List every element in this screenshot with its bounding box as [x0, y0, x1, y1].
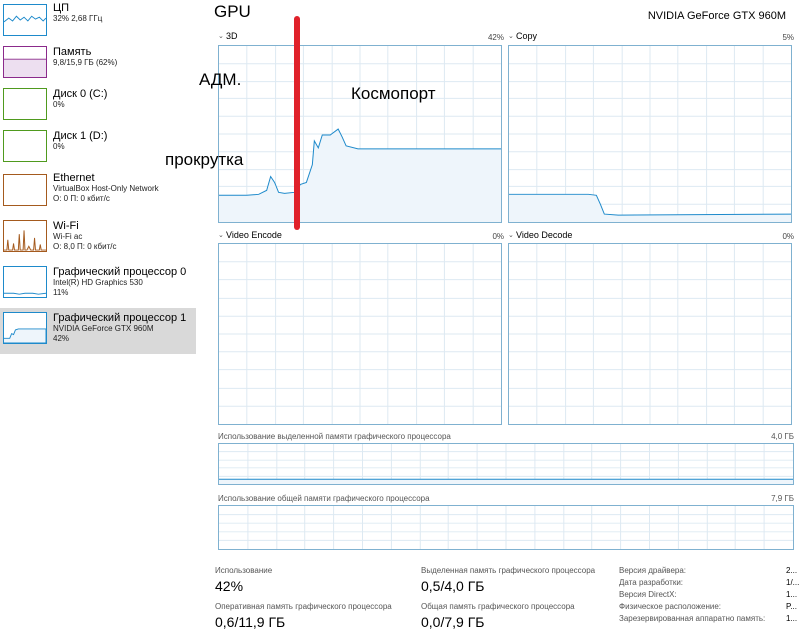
graph-max-label: 42%: [487, 33, 504, 42]
graph-video-decode: [508, 243, 792, 425]
shared-memory-graph-label: Использование общей памяти графического …: [218, 494, 430, 503]
dedicated-memory-graph-label: Использование выделенной памяти графичес…: [218, 432, 451, 441]
reserved-memory-value: 1...: [786, 614, 798, 623]
annotation-cosmoport: Космопорт: [351, 84, 436, 103]
graph-max-label: 0%: [492, 232, 504, 241]
graph-shared-memory: [218, 505, 794, 550]
gpu-model-name: NVIDIA GeForce GTX 960M: [647, 10, 786, 22]
sidebar-item-disk-0[interactable]: Диск 0 (C:) 0%: [0, 86, 196, 130]
wifi-thumbnail: [3, 220, 47, 252]
annotation-scroll: прокрутка: [165, 150, 244, 169]
sidebar-item-gpu-0[interactable]: Графический процессор 0 Intel(R) HD Grap…: [0, 264, 196, 308]
sidebar-item-label: ЦП: [53, 2, 70, 14]
gpu-memory-value: 0,6/11,9 ГБ: [215, 614, 286, 630]
graph-video-encode: [218, 243, 502, 425]
usage-value: 42%: [215, 578, 244, 594]
disk-1-thumbnail: [3, 130, 47, 162]
sidebar-item-detail: VirtualBox Host-Only Network: [53, 184, 159, 193]
sidebar-item-label: Wi-Fi: [53, 220, 79, 232]
sidebar-item-detail: 9,8/15,9 ГБ (62%): [53, 58, 118, 67]
engine-label: Copy: [516, 31, 538, 41]
graph-max-label: 5%: [782, 33, 794, 42]
dedicated-memory-label: Выделенная память графического процессор…: [421, 566, 596, 575]
dedicated-memory-graph-max: 4,0 ГБ: [771, 432, 794, 441]
graph-max-label: 0%: [782, 232, 794, 241]
gpu-memory-label: Оперативная память графического процессо…: [215, 602, 392, 611]
engine-selector-video-decode[interactable]: ⌄ Video Decode: [508, 230, 572, 241]
sidebar-item-cpu[interactable]: ЦП 32% 2,68 ГГц: [0, 0, 196, 44]
engine-selector-3d[interactable]: ⌄ 3D: [218, 31, 238, 42]
reserved-memory-label: Зарезервированная аппаратно память:: [619, 614, 766, 623]
disk-0-thumbnail: [3, 88, 47, 120]
sidebar-item-label: Диск 1 (D:): [53, 130, 108, 142]
engine-selector-copy[interactable]: ⌄ Copy: [508, 31, 537, 42]
gpu-1-thumbnail: [3, 312, 47, 344]
sidebar-item-detail: Wi-Fi ac: [53, 232, 83, 241]
shared-memory-graph-max: 7,9 ГБ: [771, 494, 794, 503]
sidebar-item-label: Диск 0 (C:): [53, 88, 108, 100]
driver-version-value: 2...: [786, 566, 798, 575]
memory-thumbnail: [3, 46, 47, 78]
driver-version-label: Версия драйвера:: [619, 566, 687, 575]
graph-3d: [218, 45, 502, 223]
cpu-thumbnail: [3, 4, 47, 36]
sidebar-item-label: Ethernet: [53, 172, 95, 184]
physical-location-value: P...: [786, 602, 797, 611]
shared-memory-label: Общая память графического процессора: [421, 602, 575, 611]
engine-selector-video-encode[interactable]: ⌄ Video Encode: [218, 230, 282, 241]
sidebar-item-memory[interactable]: Память 9,8/15,9 ГБ (62%): [0, 44, 196, 88]
sidebar-item-ethernet[interactable]: Ethernet VirtualBox Host-Only Network О:…: [0, 170, 196, 214]
driver-date-label: Дата разработки:: [619, 578, 684, 587]
sidebar-item-speed: О: 8,0 П: 0 кбит/с: [53, 242, 117, 251]
sidebar-item-usage: 11%: [53, 288, 69, 297]
graph-dedicated-memory: [218, 443, 794, 485]
shared-memory-value: 0,0/7,9 ГБ: [421, 614, 485, 630]
sidebar-item-detail: Intel(R) HD Graphics 530: [53, 278, 143, 287]
engine-label: Video Decode: [516, 230, 573, 240]
gpu-0-thumbnail: [3, 266, 47, 298]
sidebar-item-label: Память: [53, 46, 92, 58]
sidebar-item-speed: О: 0 П: 0 кбит/с: [53, 194, 110, 203]
chevron-down-icon: ⌄: [508, 33, 514, 40]
sidebar-item-gpu-1[interactable]: Графический процессор 1 NVIDIA GeForce G…: [0, 308, 196, 354]
directx-version-label: Версия DirectX:: [619, 590, 677, 599]
annotation-red-marker: [294, 16, 300, 230]
annotation-adm: АДМ.: [199, 70, 242, 89]
sidebar-item-detail: 0%: [53, 100, 65, 109]
dedicated-memory-value: 0,5/4,0 ГБ: [421, 578, 485, 594]
sidebar-item-label: Графический процессор 0: [53, 266, 187, 278]
sidebar-item-label: Графический процессор 1: [53, 312, 187, 324]
sidebar-item-detail: NVIDIA GeForce GTX 960M: [53, 324, 154, 333]
page-title: GPU: [214, 2, 251, 21]
sidebar-item-wifi[interactable]: Wi-Fi Wi-Fi ac О: 8,0 П: 0 кбит/с: [0, 218, 196, 262]
sidebar-item-usage: 42%: [53, 334, 70, 343]
directx-version-value: 1...: [786, 590, 798, 599]
engine-label: Video Encode: [226, 230, 282, 240]
sidebar: ЦП 32% 2,68 ГГц Память 9,8/15,9 ГБ (62%)…: [0, 0, 196, 640]
sidebar-item-detail: 32% 2,68 ГГц: [53, 14, 103, 23]
chevron-down-icon: ⌄: [218, 33, 224, 40]
driver-date-value: 1/...: [786, 578, 800, 587]
usage-label: Использование: [215, 566, 273, 575]
chevron-down-icon: ⌄: [218, 232, 224, 239]
ethernet-thumbnail: [3, 174, 47, 206]
physical-location-label: Физическое расположение:: [619, 602, 721, 611]
chevron-down-icon: ⌄: [508, 232, 514, 239]
engine-label: 3D: [226, 31, 238, 41]
graph-copy: [508, 45, 792, 223]
